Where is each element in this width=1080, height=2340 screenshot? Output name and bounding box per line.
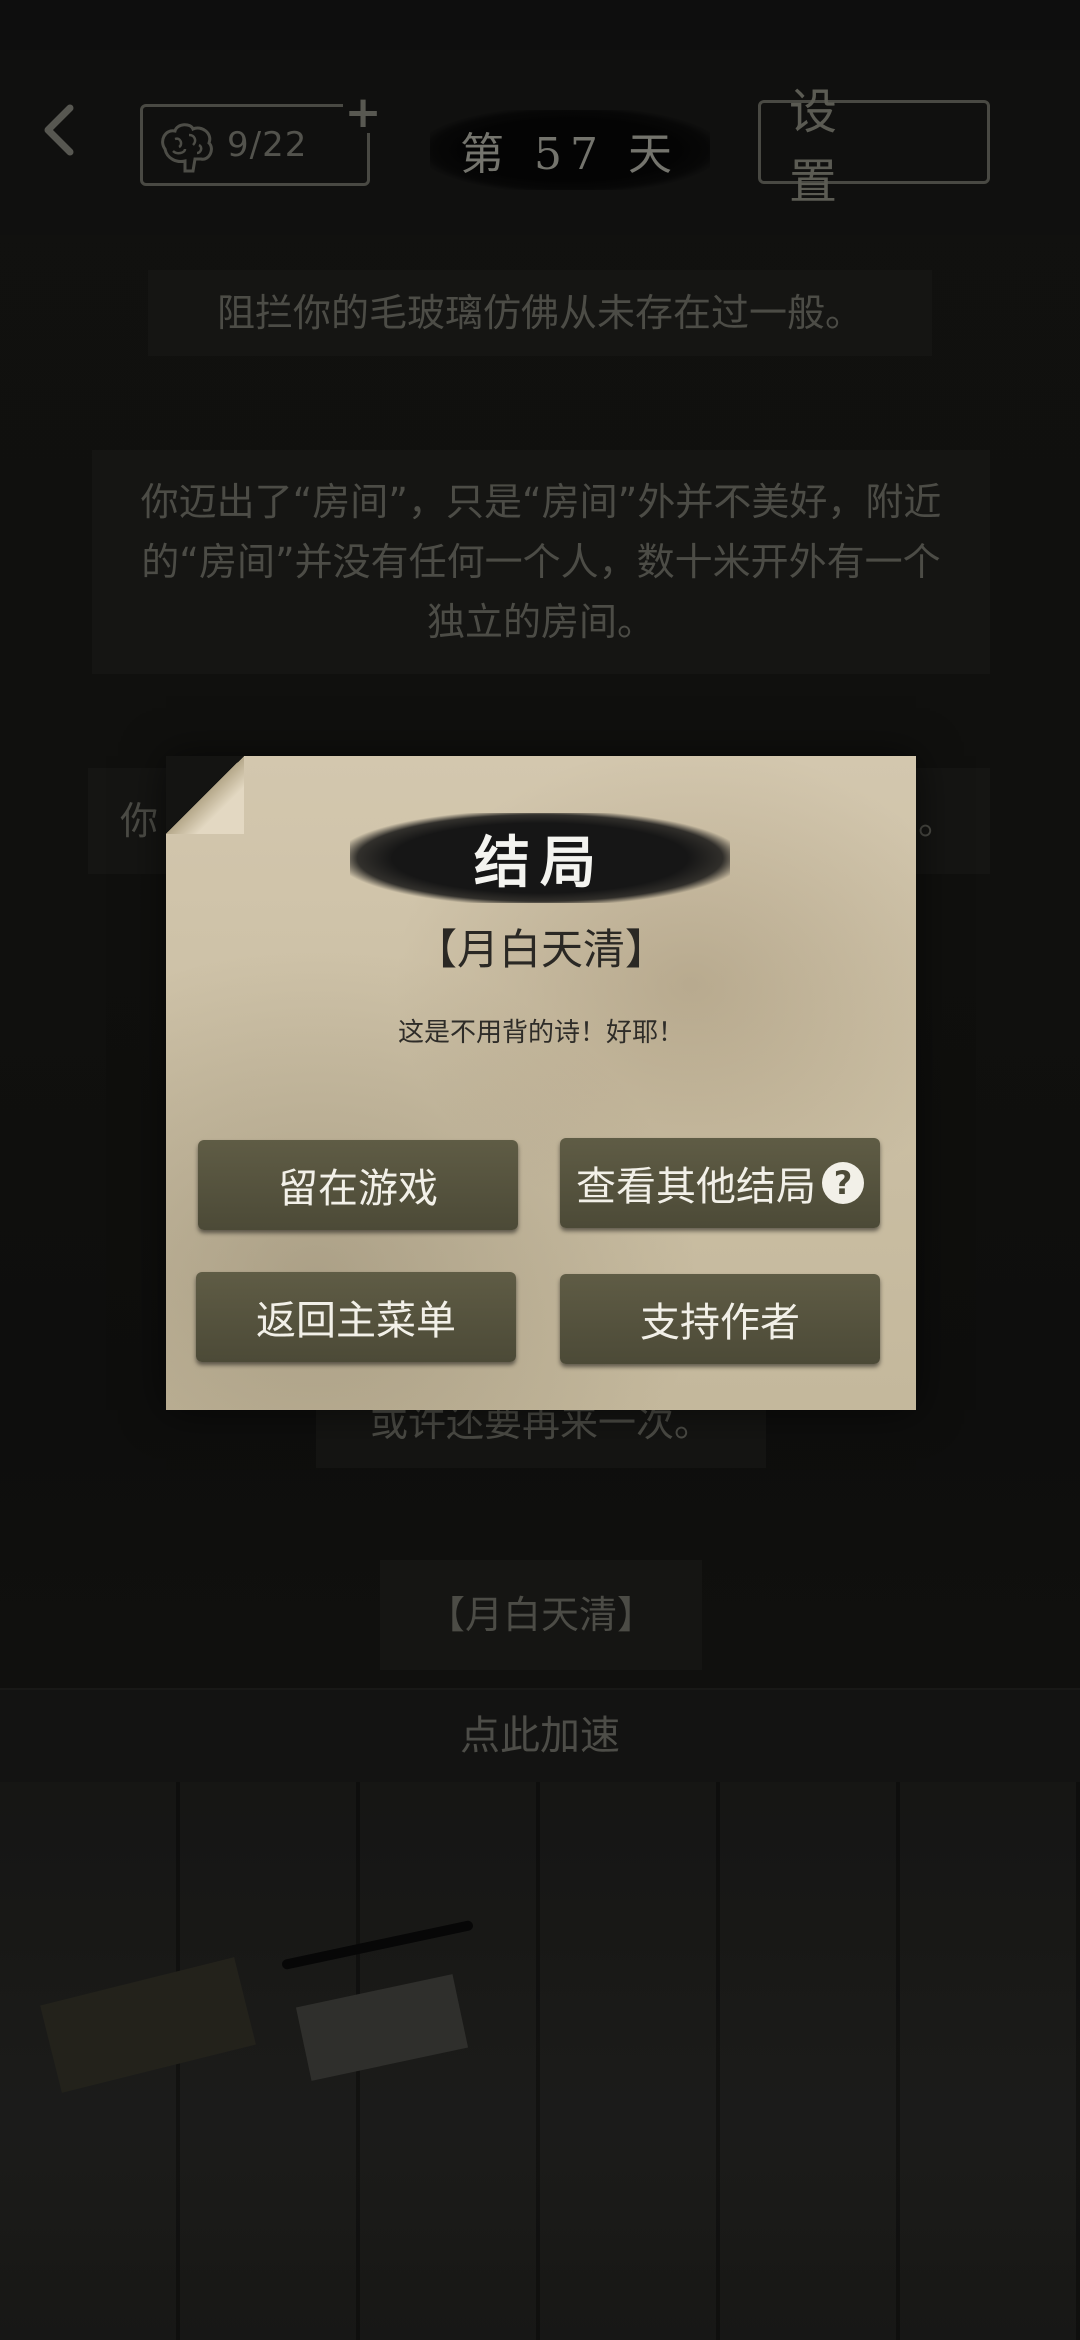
button-label: 留在游戏	[278, 1166, 438, 1212]
view-other-endings-button[interactable]: 查看其他结局 ?	[560, 1138, 880, 1228]
help-icon: ?	[822, 1162, 864, 1204]
main-menu-button[interactable]: 返回主菜单	[196, 1272, 516, 1362]
ending-name: 【月白天清】	[414, 925, 667, 974]
button-label: 返回主菜单	[256, 1298, 456, 1344]
stay-in-game-button[interactable]: 留在游戏	[198, 1140, 518, 1230]
paper-curl-corner	[166, 756, 244, 834]
ending-dialog: 结局 【月白天清】 这是不用背的诗！好耶！ 留在游戏 查看其他结局 ? 返回主菜…	[166, 756, 916, 1410]
dialog-title: 结局	[350, 813, 730, 903]
ending-description: 这是不用背的诗！好耶！	[397, 1018, 684, 1048]
support-author-button[interactable]: 支持作者	[560, 1274, 880, 1364]
button-label: 支持作者	[640, 1300, 800, 1346]
game-screen: 9/22 + 第 57 天 设 置 阻拦你的毛玻璃仿佛从未存在过一般。 你迈出了…	[0, 0, 1080, 2340]
button-label: 查看其他结局	[576, 1164, 816, 1210]
